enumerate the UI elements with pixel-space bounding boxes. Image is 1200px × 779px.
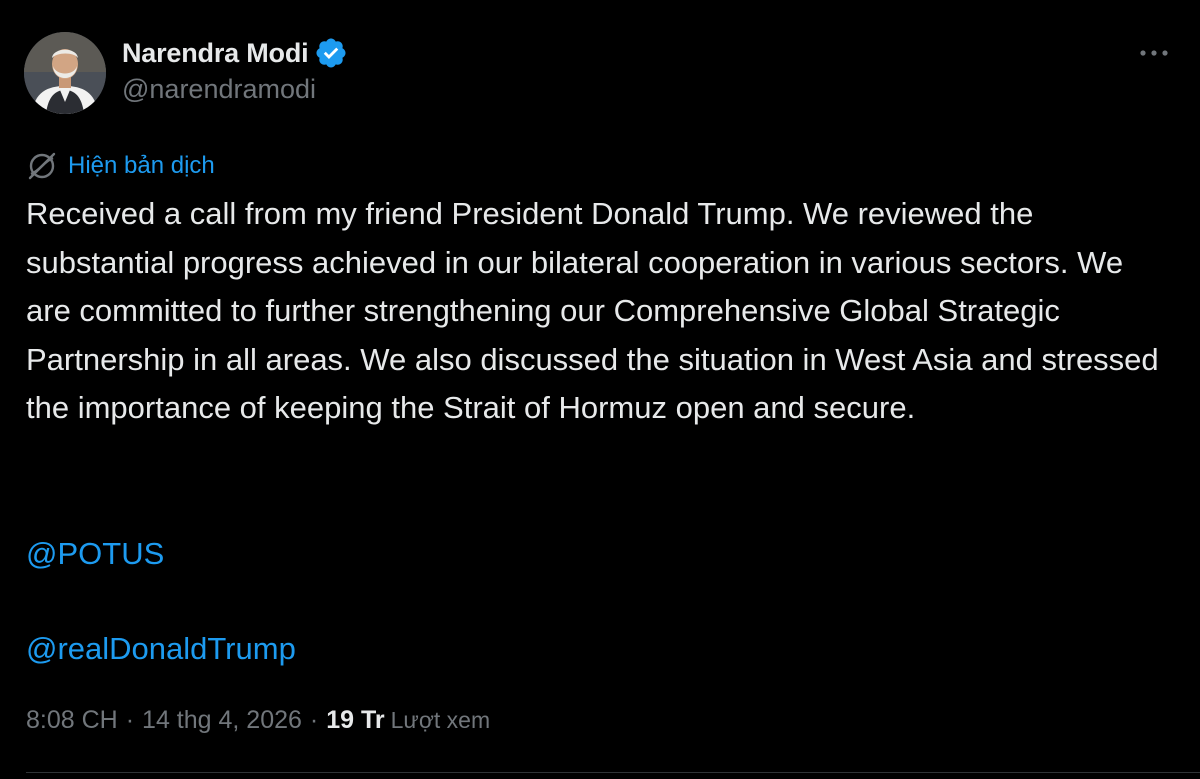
handle[interactable]: @narendramodi bbox=[122, 74, 348, 105]
tweet-meta: 8:08 CH · 14 thg 4, 2026 · 19 Tr Lượt xe… bbox=[26, 706, 490, 735]
avatar[interactable] bbox=[24, 32, 106, 114]
tweet-date[interactable]: 14 thg 4, 2026 bbox=[142, 706, 302, 735]
meta-separator: · bbox=[125, 706, 135, 734]
views-count[interactable]: 19 Tr bbox=[326, 706, 384, 735]
translate-label: Hiện bản dịch bbox=[68, 152, 215, 179]
mention-link-potus[interactable]: @POTUS bbox=[26, 530, 164, 578]
more-options-icon[interactable] bbox=[1134, 38, 1174, 68]
meta-separator: · bbox=[309, 706, 319, 734]
display-name[interactable]: Narendra Modi bbox=[122, 38, 309, 69]
show-translation-button[interactable]: Hiện bản dịch bbox=[26, 150, 215, 182]
tweet-card: Narendra Modi @narendramodi Hiện bản dịc… bbox=[0, 0, 1200, 779]
mention-link-realdonaldtrump[interactable]: @realDonaldTrump bbox=[26, 625, 296, 673]
tweet-time[interactable]: 8:08 CH bbox=[26, 706, 118, 735]
avatar-image bbox=[24, 32, 106, 114]
translate-icon bbox=[26, 150, 58, 182]
tweet-text: Received a call from my friend President… bbox=[26, 190, 1176, 433]
divider bbox=[26, 772, 1200, 773]
display-name-row: Narendra Modi bbox=[122, 34, 348, 72]
views-label: Lượt xem bbox=[390, 707, 491, 733]
verified-badge-icon[interactable] bbox=[314, 36, 348, 70]
author-block: Narendra Modi @narendramodi bbox=[122, 34, 348, 105]
tweet-text-paragraph: Received a call from my friend President… bbox=[26, 196, 1168, 425]
